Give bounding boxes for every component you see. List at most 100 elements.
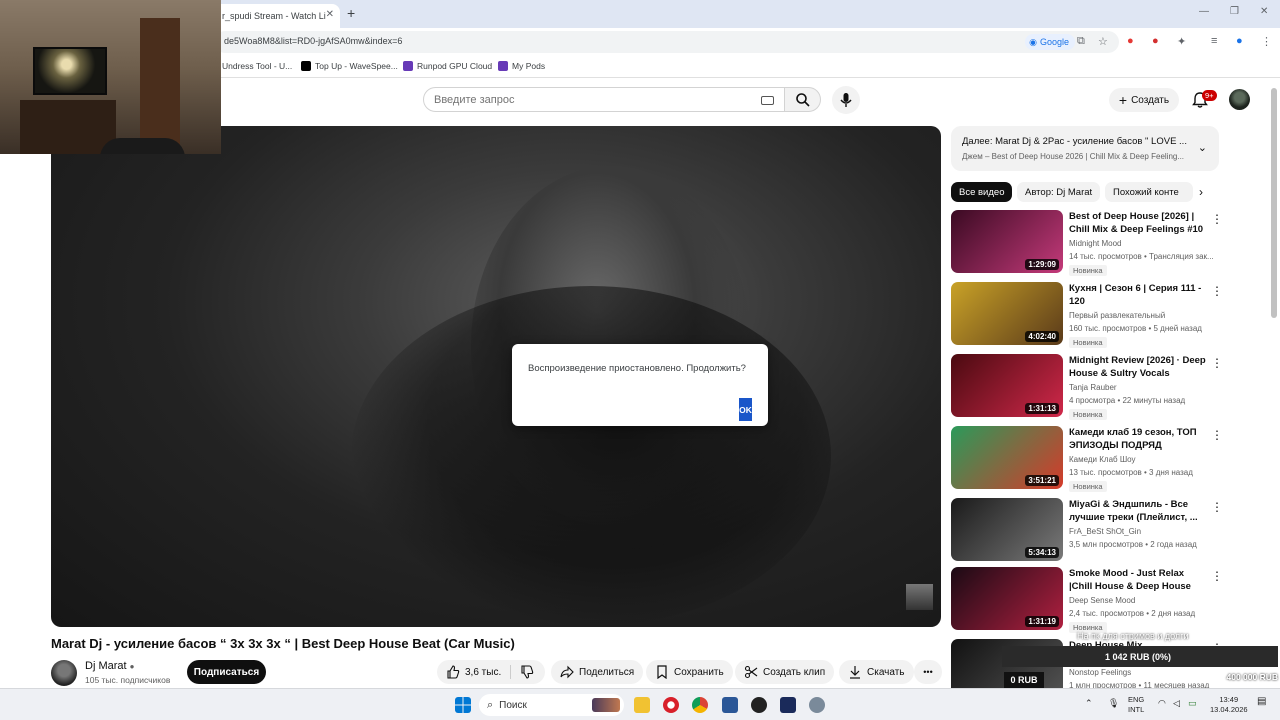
- recommendation-title[interactable]: Камеди клаб 19 сезон, ТОП ЭПИЗОДЫ ПОДРЯД: [1069, 426, 1209, 452]
- recommendation-channel[interactable]: Midnight Mood: [1069, 239, 1121, 248]
- clock[interactable]: 13:49 13.04.2026: [1210, 695, 1248, 715]
- donation-goal-text: На пк для стримов и долги: [1077, 631, 1189, 641]
- extension-opera-icon[interactable]: ●: [1152, 35, 1159, 47]
- recommendation-item[interactable]: 1:31:13 Midnight Review [2026] · Deep Hou…: [951, 354, 1223, 420]
- maximize-icon[interactable]: ❐: [1230, 6, 1239, 17]
- account-avatar[interactable]: [1229, 89, 1250, 110]
- new-tab-button[interactable]: +: [347, 5, 355, 21]
- recommendation-item[interactable]: 5:34:13 MiyaGi & Эндшпиль - Все лучшие тр…: [951, 498, 1223, 562]
- profile-icon[interactable]: ●: [1236, 35, 1243, 47]
- like-count[interactable]: 3,6 тыс.: [465, 667, 501, 678]
- google-lens-chip[interactable]: ◉ Google: [1025, 34, 1075, 50]
- more-options-icon[interactable]: ⋮: [1211, 569, 1223, 583]
- extension-adblock-icon[interactable]: ●: [1127, 35, 1134, 47]
- chrome-icon[interactable]: [692, 697, 708, 713]
- video-thumbnail[interactable]: 1:29:09: [951, 210, 1063, 273]
- tray-expand-icon[interactable]: ⌃: [1085, 698, 1093, 708]
- notification-center-icon[interactable]: ▤: [1257, 697, 1266, 707]
- recommendation-channel[interactable]: Камеди Клаб Шоу: [1069, 455, 1136, 464]
- page-scrollbar[interactable]: [1271, 88, 1277, 318]
- recommendation-item[interactable]: 3:51:21 Камеди клаб 19 сезон, ТОП ЭПИЗОДЫ…: [951, 426, 1223, 492]
- video-thumbnail[interactable]: 5:34:13: [951, 498, 1063, 561]
- minimize-icon[interactable]: —: [1199, 6, 1209, 17]
- recommendation-title[interactable]: Smoke Mood - Just Relax |Chill House & D…: [1069, 567, 1209, 593]
- create-clip-button[interactable]: Создать клип: [735, 660, 835, 684]
- chip-all-videos[interactable]: Все видео: [951, 182, 1013, 202]
- app-icon[interactable]: [780, 697, 796, 713]
- bookmark-wavespeed[interactable]: Top Up - WaveSpee...: [301, 61, 398, 71]
- url-field[interactable]: de5Woa8M8&list=RD0-jgAfSA0mw&index=6 ◉ G…: [214, 31, 1119, 53]
- chip-similar[interactable]: Похожий конте: [1105, 182, 1193, 202]
- chevron-down-icon[interactable]: ⌄: [1198, 141, 1207, 154]
- donation-goal-widget: На пк для стримов и долги 1 042 RUB (0%)…: [1000, 628, 1280, 690]
- install-icon[interactable]: ⧉: [1077, 35, 1085, 48]
- language-indicator[interactable]: ENG INTL: [1128, 695, 1144, 715]
- keyboard-layout: INTL: [1128, 705, 1145, 714]
- volume-icon[interactable]: ◁: [1173, 698, 1180, 708]
- create-button[interactable]: + Создать: [1109, 88, 1179, 112]
- video-thumbnail[interactable]: 1:31:19: [951, 567, 1063, 630]
- duration-badge: 3:51:21: [1025, 475, 1059, 486]
- download-button[interactable]: Скачать: [839, 660, 914, 684]
- bookmark-mypods[interactable]: My Pods: [498, 61, 545, 71]
- photos-app-icon[interactable]: [722, 697, 738, 713]
- settings-gear-icon[interactable]: [809, 697, 825, 713]
- channel-name[interactable]: Dj Marat ●: [85, 660, 134, 672]
- like-icon[interactable]: [446, 665, 460, 679]
- browser-menu-icon[interactable]: ⋮: [1261, 35, 1272, 48]
- recommendation-channel[interactable]: Tanja Rauber: [1069, 383, 1117, 392]
- chevron-right-icon[interactable]: ›: [1199, 185, 1203, 199]
- more-options-icon[interactable]: ⋮: [1211, 428, 1223, 442]
- bookmark-runpod[interactable]: Runpod GPU Cloud: [403, 61, 492, 71]
- recommendation-channel[interactable]: FrA_BeSt ShOt_Gin: [1069, 527, 1141, 536]
- recommendation-title[interactable]: Best of Deep House [2026] | Chill Mix & …: [1069, 210, 1209, 236]
- recommendation-item[interactable]: 4:02:40 Кухня | Сезон 6 | Серия 111 - 120…: [951, 282, 1223, 348]
- video-thumbnail[interactable]: 1:31:13: [951, 354, 1063, 417]
- more-options-icon[interactable]: ⋮: [1211, 500, 1223, 514]
- voice-search-button[interactable]: [832, 86, 860, 114]
- obs-icon[interactable]: [751, 697, 767, 713]
- up-next-panel[interactable]: Далее: Marat Dj & 2Pac - усиление басов …: [951, 126, 1219, 171]
- recommendation-title[interactable]: Midnight Review [2026] · Deep House & Su…: [1069, 354, 1209, 380]
- search-icon: ⌕: [487, 698, 494, 711]
- recommendation-item[interactable]: 1:29:09 Best of Deep House [2026] | Chill…: [951, 210, 1223, 276]
- more-options-icon[interactable]: ⋮: [1211, 356, 1223, 370]
- file-explorer-icon[interactable]: [634, 697, 650, 713]
- opera-icon[interactable]: [663, 697, 679, 713]
- windows-start-icon[interactable]: [455, 697, 471, 713]
- extensions-icon[interactable]: ✦: [1177, 35, 1186, 48]
- save-button[interactable]: Сохранить: [646, 660, 733, 684]
- browser-tab[interactable]: r_spudi Stream - Watch Li ✕: [214, 4, 340, 28]
- search-button[interactable]: [784, 87, 821, 112]
- video-thumbnail[interactable]: 4:02:40: [951, 282, 1063, 345]
- video-thumbnail[interactable]: 3:51:21: [951, 426, 1063, 489]
- create-clip-label: Создать клип: [763, 666, 826, 678]
- recommendation-title[interactable]: MiyaGi & Эндшпиль - Все лучшие треки (Пл…: [1069, 498, 1209, 524]
- video-player[interactable]: [51, 126, 941, 627]
- subscribe-button[interactable]: Подписаться: [187, 660, 266, 684]
- bookmark-favicon: [301, 61, 311, 71]
- tab-search-icon[interactable]: ≡: [1211, 35, 1217, 47]
- end-card-thumbnail[interactable]: [906, 584, 933, 610]
- tab-close-icon[interactable]: ✕: [326, 9, 334, 20]
- keyboard-icon[interactable]: [761, 96, 774, 105]
- chip-by-author[interactable]: Автор: Dj Marat: [1017, 182, 1101, 202]
- dialog-ok-button[interactable]: OK: [739, 398, 752, 421]
- close-window-icon[interactable]: ✕: [1260, 6, 1268, 17]
- recommendation-item[interactable]: 1:31:19 Smoke Mood - Just Relax |Chill Ho…: [951, 567, 1223, 633]
- more-actions-button[interactable]: •••: [914, 660, 942, 684]
- search-input[interactable]: Введите запрос: [423, 87, 785, 112]
- battery-icon[interactable]: ▭: [1188, 698, 1197, 708]
- recommendation-title[interactable]: Кухня | Сезон 6 | Серия 111 - 120: [1069, 282, 1209, 308]
- recommendation-channel[interactable]: Deep Sense Mood: [1069, 596, 1135, 605]
- more-options-icon[interactable]: ⋮: [1211, 284, 1223, 298]
- wifi-icon[interactable]: ◠: [1158, 698, 1166, 708]
- bookmark-star-icon[interactable]: ☆: [1098, 35, 1108, 48]
- microphone-tray-icon[interactable]: 🎙: [1108, 698, 1119, 708]
- taskbar-search[interactable]: ⌕ Поиск: [479, 694, 624, 716]
- dislike-icon[interactable]: [520, 665, 534, 679]
- recommendation-channel[interactable]: Первый развлекательный: [1069, 311, 1165, 320]
- channel-avatar[interactable]: [51, 660, 77, 686]
- share-button[interactable]: Поделиться: [551, 660, 644, 684]
- more-options-icon[interactable]: ⋮: [1211, 212, 1223, 226]
